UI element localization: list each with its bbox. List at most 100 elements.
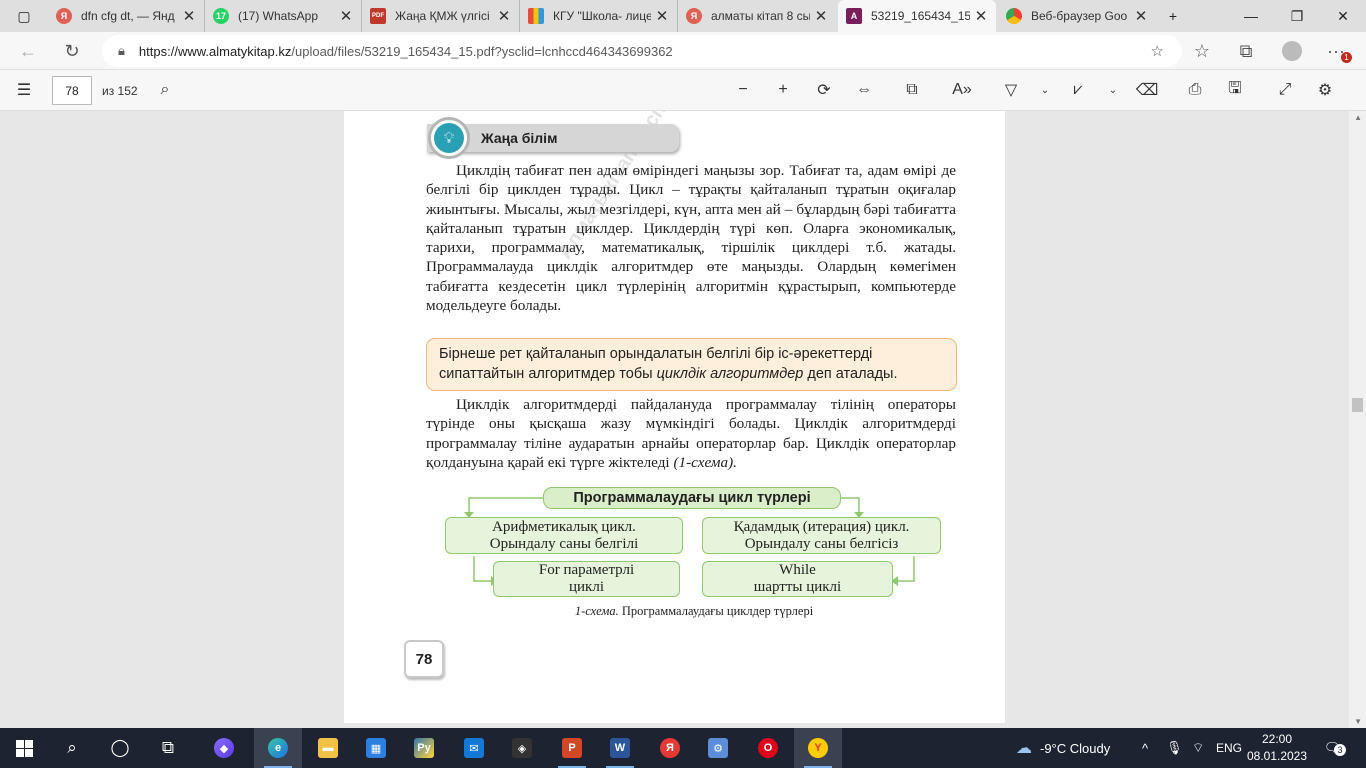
close-tab-icon[interactable]: ✕: [974, 7, 988, 25]
address-bar: ← ↻ 🔒︎ https://www.almatykitap.kz/upload…: [0, 32, 1366, 70]
opera-icon[interactable]: O: [744, 728, 792, 768]
close-tab-icon[interactable]: ✕: [497, 7, 511, 25]
print-icon[interactable]: ⎙: [1183, 78, 1207, 102]
favorites-icon[interactable]: ☆: [1188, 37, 1216, 65]
url-field[interactable]: 🔒︎ https://www.almatykitap.kz/upload/fil…: [102, 35, 1182, 67]
scroll-down-icon[interactable]: ▼: [1354, 717, 1362, 726]
while-loop-node: While шартты циклі: [702, 561, 893, 597]
add-favorite-icon[interactable]: ☆: [1151, 42, 1164, 60]
node-line: шартты циклі: [753, 579, 842, 595]
new-tab-button[interactable]: +: [1150, 0, 1196, 32]
python-icon[interactable]: Py: [400, 728, 448, 768]
node-line: Орындалу саны белгілі: [489, 535, 639, 552]
language-indicator[interactable]: ENG: [1216, 728, 1242, 768]
yandex-icon: Я: [686, 8, 702, 24]
app-icon[interactable]: ◈: [498, 728, 546, 768]
contents-icon[interactable]: ☰: [12, 78, 36, 102]
tab-chrome[interactable]: Веб-браузер Goo ✕: [998, 0, 1156, 32]
close-tab-icon[interactable]: ✕: [339, 7, 353, 25]
alice-icon[interactable]: ◆: [200, 728, 248, 768]
for-loop-node: For параметрлі циклі: [493, 561, 680, 597]
refresh-button[interactable]: ↻: [58, 37, 86, 65]
date: 08.01.2023: [1246, 749, 1308, 763]
edge-icon[interactable]: e: [254, 728, 302, 768]
file-explorer-icon[interactable]: ▬: [304, 728, 352, 768]
arithmetic-loop-node: Арифметикалық цикл. Орындалу саны белгіл…: [445, 517, 683, 554]
search-icon[interactable]: ⌕: [153, 78, 177, 102]
zoom-out-icon[interactable]: −: [731, 78, 755, 102]
fit-width-icon[interactable]: ⇔: [852, 78, 876, 102]
tab-actions-icon[interactable]: ▢: [0, 0, 48, 32]
search-icon[interactable]: ⌕: [48, 728, 96, 768]
scroll-up-icon[interactable]: ▲: [1354, 113, 1362, 122]
yandex-icon: Я: [56, 8, 72, 24]
vertical-scrollbar[interactable]: ▲ ▼: [1349, 111, 1366, 728]
close-tab-icon[interactable]: ✕: [814, 7, 828, 25]
node-line: For параметрлі: [538, 562, 635, 578]
windows-start-icon[interactable]: [0, 728, 48, 768]
pdf-toolbar: ☰ 78 из 152 ⌕ − + ⟳ ⇔ ⧉ A» ▽ ⌄ ⩗ ⌄ ⌫ ⎙ 🖫…: [0, 70, 1366, 111]
page-view-icon[interactable]: ⧉: [900, 78, 924, 102]
tab-label: Веб-браузер Goo: [1031, 9, 1128, 23]
pdf-viewer: Алматыкітап баспасы Жаңа білім 💡︎ Циклді…: [0, 111, 1366, 728]
draw-icon[interactable]: ⩗: [1066, 78, 1090, 102]
collections-icon[interactable]: ⧉: [1232, 37, 1260, 65]
cloud-icon: ☁: [1016, 740, 1032, 757]
cortana-icon[interactable]: ◯: [96, 728, 144, 768]
pdf-page: Алматыкітап баспасы Жаңа білім 💡︎ Циклді…: [344, 111, 1005, 723]
profile-avatar[interactable]: [1278, 37, 1306, 65]
powerpoint-icon[interactable]: P: [548, 728, 596, 768]
fullscreen-icon[interactable]: ⤢: [1273, 78, 1297, 102]
back-button[interactable]: ←: [14, 37, 42, 65]
highlight-icon[interactable]: ▽: [999, 78, 1023, 102]
yandex-browser-icon[interactable]: Y: [794, 728, 842, 768]
tab-label: (17) WhatsApp: [238, 9, 319, 23]
tab-kmzh[interactable]: PDF Жаңа ҚМЖ үлгісі ✕: [362, 0, 520, 32]
word-icon[interactable]: W: [596, 728, 644, 768]
site-icon: [528, 8, 544, 24]
restore-button[interactable]: ❐: [1274, 0, 1320, 32]
tab-label: КГУ "Школа- лице: [553, 9, 651, 23]
rotate-icon[interactable]: ⟳: [812, 78, 836, 102]
weather-widget[interactable]: ☁ -9°C Cloudy: [1016, 728, 1110, 768]
tab-bar: ▢ Я dfn cfg dt, — Янд ✕ 17 (17) WhatsApp…: [0, 0, 1366, 32]
task-view-icon[interactable]: ⧉: [144, 728, 192, 768]
page-number-input[interactable]: 78: [52, 76, 92, 105]
tab-pdf-active[interactable]: A 53219_165434_15 ✕: [838, 0, 996, 32]
scrollbar-thumb[interactable]: [1352, 398, 1363, 412]
save-icon[interactable]: 🖫: [1223, 78, 1247, 102]
pdf-icon: PDF: [370, 8, 386, 24]
node-line: Қадамдық (итерация) цикл.: [733, 518, 910, 535]
page-number-badge: 78: [404, 640, 444, 678]
tab-yandex-search[interactable]: Я dfn cfg dt, — Янд ✕: [48, 0, 205, 32]
read-aloud-icon[interactable]: A»: [950, 78, 974, 102]
chrome-icon: [1006, 8, 1022, 24]
action-center-icon[interactable]: 🗨︎ 3: [1324, 728, 1346, 768]
clock[interactable]: 22:00 08.01.2023: [1247, 728, 1307, 768]
yandex-icon[interactable]: Я: [646, 728, 694, 768]
store-icon[interactable]: ▦: [352, 728, 400, 768]
microphone-icon[interactable]: 🎙︎: [1166, 728, 1183, 768]
close-window-button[interactable]: ✕: [1320, 0, 1366, 32]
chevron-down-icon[interactable]: ⌄: [1033, 78, 1057, 102]
caption-text: Программалаудағы циклдер түрлері: [621, 604, 814, 618]
network-app-icon[interactable]: ⚙: [694, 728, 742, 768]
eraser-icon[interactable]: ⌫: [1135, 78, 1159, 102]
minimize-button[interactable]: —: [1228, 0, 1274, 32]
close-tab-icon[interactable]: ✕: [655, 7, 669, 25]
close-tab-icon[interactable]: ✕: [1134, 7, 1148, 25]
tab-label: алматы кітап 8 сы: [711, 9, 810, 23]
node-line: циклі: [569, 579, 604, 595]
tab-whatsapp[interactable]: 17 (17) WhatsApp ✕: [205, 0, 362, 32]
mail-icon[interactable]: ✉: [450, 728, 498, 768]
zoom-in-icon[interactable]: +: [771, 78, 795, 102]
settings-gear-icon[interactable]: ⚙: [1313, 78, 1337, 102]
tab-label: Жаңа ҚМЖ үлгісі: [395, 9, 490, 23]
chevron-down-icon[interactable]: ⌄: [1101, 78, 1125, 102]
tray-chevron-up-icon[interactable]: ^: [1142, 728, 1148, 768]
network-icon[interactable]: ⌔: [1192, 728, 1204, 768]
tab-school[interactable]: КГУ "Школа- лице ✕: [520, 0, 678, 32]
tab-almaty-kitap[interactable]: Я алматы кітап 8 сы ✕: [678, 0, 836, 32]
close-tab-icon[interactable]: ✕: [182, 7, 196, 25]
weather-text: -9°C Cloudy: [1040, 740, 1111, 756]
